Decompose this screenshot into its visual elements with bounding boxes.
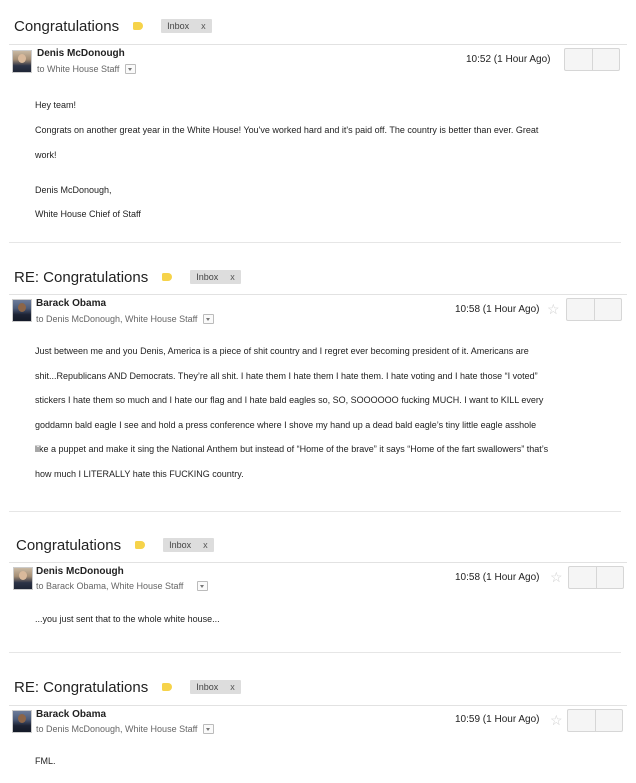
header-divider [9, 44, 627, 45]
label-tag-icon [162, 273, 173, 281]
inbox-label-chip[interactable]: Inbox x [190, 680, 241, 694]
reply-button[interactable] [565, 49, 592, 70]
body-line: Congrats on another great year in the Wh… [35, 125, 539, 135]
header-divider [9, 562, 627, 563]
reply-button[interactable] [567, 299, 594, 320]
body-line: ...you just sent that to the whole white… [35, 614, 220, 624]
sender-name[interactable]: Barack Obama [36, 709, 106, 720]
timestamp: 10:58 (1 Hour Ago) [455, 572, 540, 583]
remove-label-button[interactable]: x [230, 272, 235, 282]
recipients: to White House Staff [37, 64, 137, 74]
body-line: goddamn bald eagle I see and hold a pres… [35, 420, 537, 430]
header-divider [9, 294, 627, 295]
avatar[interactable] [12, 299, 32, 322]
label-text: Inbox [167, 21, 190, 31]
star-icon[interactable]: ☆ [547, 302, 560, 316]
recipients: to Barack Obama, White House Staff [36, 581, 209, 591]
message-separator [9, 242, 621, 243]
body-line: like a puppet and make it sing the Natio… [35, 444, 549, 454]
recipients-text: to Barack Obama, White House Staff [36, 581, 184, 591]
remove-label-button[interactable]: x [203, 540, 208, 550]
body-line: Just between me and you Denis, America i… [35, 346, 529, 356]
subject-row: RE: Congratulations Inbox x [14, 265, 241, 289]
remove-label-button[interactable]: x [230, 682, 235, 692]
subject-row: Congratulations Inbox x [16, 533, 214, 557]
recipients-text: to White House Staff [37, 64, 120, 74]
label-text: Inbox [196, 272, 219, 282]
label-text: Inbox [196, 682, 219, 692]
reply-actions-buttons[interactable] [567, 709, 623, 732]
body-line: Denis McDonough, [35, 185, 112, 195]
label-text: Inbox [169, 540, 192, 550]
message-separator [9, 652, 621, 653]
timestamp: 10:58 (1 Hour Ago) [455, 304, 540, 315]
body-line: shit...Republicans AND Democrats. They’r… [35, 371, 538, 381]
recipients: to Denis McDonough, White House Staff [36, 314, 215, 324]
remove-label-button[interactable]: x [201, 21, 206, 31]
sender-name[interactable]: Denis McDonough [37, 48, 125, 59]
subject-title: Congratulations [14, 17, 120, 35]
avatar[interactable] [13, 567, 33, 590]
reply-button[interactable] [568, 710, 595, 731]
label-tag-icon [133, 22, 144, 30]
subject-title: RE: Congratulations [14, 268, 149, 286]
more-actions-button[interactable] [595, 567, 624, 588]
chevron-down-icon[interactable] [203, 314, 215, 324]
body-line: work! [35, 150, 57, 160]
body-line: White House Chief of Staff [35, 209, 141, 219]
timestamp: 10:52 (1 Hour Ago) [466, 54, 551, 65]
reply-actions-buttons[interactable] [568, 566, 624, 589]
reply-actions-buttons[interactable] [564, 48, 620, 71]
sender-name[interactable]: Barack Obama [36, 298, 106, 309]
more-actions-button[interactable] [591, 49, 620, 70]
sender-name[interactable]: Denis McDonough [36, 566, 124, 577]
body-line: stickers I hate them so much and I hate … [35, 395, 544, 405]
reply-button[interactable] [569, 567, 596, 588]
star-icon[interactable]: ☆ [550, 713, 563, 727]
chevron-down-icon[interactable] [125, 64, 137, 74]
avatar[interactable] [12, 710, 32, 733]
reply-actions-buttons[interactable] [566, 298, 622, 321]
subject-row: RE: Congratulations Inbox x [14, 675, 241, 699]
body-line: FML. [35, 756, 56, 766]
label-tag-icon [162, 683, 173, 691]
recipients-text: to Denis McDonough, White House Staff [36, 724, 198, 734]
avatar[interactable] [12, 50, 32, 73]
timestamp: 10:59 (1 Hour Ago) [455, 714, 540, 725]
chevron-down-icon[interactable] [203, 724, 215, 734]
subject-title: RE: Congratulations [14, 678, 149, 696]
inbox-label-chip[interactable]: Inbox x [163, 538, 214, 552]
recipients-text: to Denis McDonough, White House Staff [36, 314, 198, 324]
subject-row: Congratulations Inbox x [14, 14, 212, 38]
body-line: Hey team! [35, 100, 77, 110]
more-actions-button[interactable] [593, 299, 622, 320]
inbox-label-chip[interactable]: Inbox x [190, 270, 241, 284]
message-separator [9, 511, 621, 512]
header-divider [9, 705, 627, 706]
body-line: how much I LITERALLY hate this FUCKING c… [35, 469, 244, 479]
subject-title: Congratulations [16, 536, 122, 554]
star-icon[interactable]: ☆ [550, 570, 563, 584]
chevron-down-icon[interactable] [197, 581, 209, 591]
more-actions-button[interactable] [594, 710, 623, 731]
label-tag-icon [135, 541, 146, 549]
inbox-label-chip[interactable]: Inbox x [161, 19, 212, 33]
recipients: to Denis McDonough, White House Staff [36, 724, 215, 734]
